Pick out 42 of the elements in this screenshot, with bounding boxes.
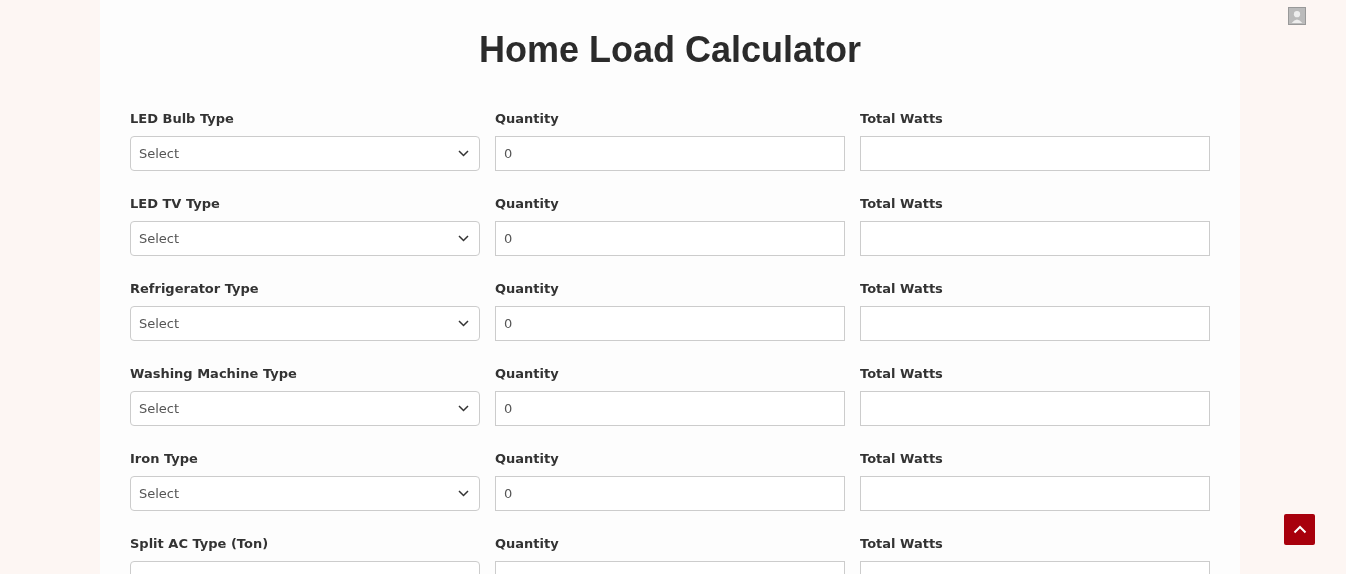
field-label: Refrigerator Type xyxy=(130,280,259,298)
field-label: Split AC Type (Ton) xyxy=(130,535,269,553)
total-watts-field[interactable] xyxy=(860,136,1210,171)
total-watts-field[interactable] xyxy=(860,306,1210,341)
total-watts-field[interactable] xyxy=(860,476,1210,511)
field-label: Total Watts xyxy=(860,365,943,383)
field-label: LED TV Type xyxy=(130,195,220,213)
scroll-to-top-button[interactable] xyxy=(1284,514,1315,545)
field-label: Quantity xyxy=(495,365,559,383)
chevron-down-icon xyxy=(458,320,469,327)
quantity-field[interactable]: 0 xyxy=(495,136,845,171)
field-label: Washing Machine Type xyxy=(130,365,297,383)
select-dropdown[interactable]: Select xyxy=(130,476,480,511)
field-label: LED Bulb Type xyxy=(130,110,234,128)
field-label: Quantity xyxy=(495,450,559,468)
chevron-down-icon xyxy=(458,405,469,412)
field-label: Iron Type xyxy=(130,450,198,468)
field-label: Total Watts xyxy=(860,450,943,468)
field-label: Quantity xyxy=(495,195,559,213)
field-label: Quantity xyxy=(495,280,559,298)
field-label: Quantity xyxy=(495,110,559,128)
chevron-up-icon xyxy=(1292,525,1307,534)
select-dropdown[interactable]: Select xyxy=(130,391,480,426)
page-title: Home Load Calculator xyxy=(477,28,863,72)
field-label: Quantity xyxy=(495,535,559,553)
select-dropdown[interactable]: Select xyxy=(130,306,480,341)
field-label: Total Watts xyxy=(860,280,943,298)
quantity-field[interactable]: 0 xyxy=(495,476,845,511)
field-label: Total Watts xyxy=(860,535,943,553)
chevron-down-icon xyxy=(458,150,469,157)
avatar-icon[interactable] xyxy=(1288,7,1306,25)
quantity-field[interactable]: 0 xyxy=(495,221,845,256)
quantity-field[interactable]: 0 xyxy=(495,306,845,341)
chevron-down-icon xyxy=(458,490,469,497)
total-watts-field[interactable] xyxy=(860,391,1210,426)
chevron-down-icon xyxy=(458,235,469,242)
quantity-field[interactable]: 0 xyxy=(495,391,845,426)
select-dropdown[interactable]: Select xyxy=(130,221,480,256)
total-watts-field[interactable] xyxy=(860,221,1210,256)
field-label: Total Watts xyxy=(860,195,943,213)
select-dropdown[interactable]: Select xyxy=(130,136,480,171)
field-label: Total Watts xyxy=(860,110,943,128)
